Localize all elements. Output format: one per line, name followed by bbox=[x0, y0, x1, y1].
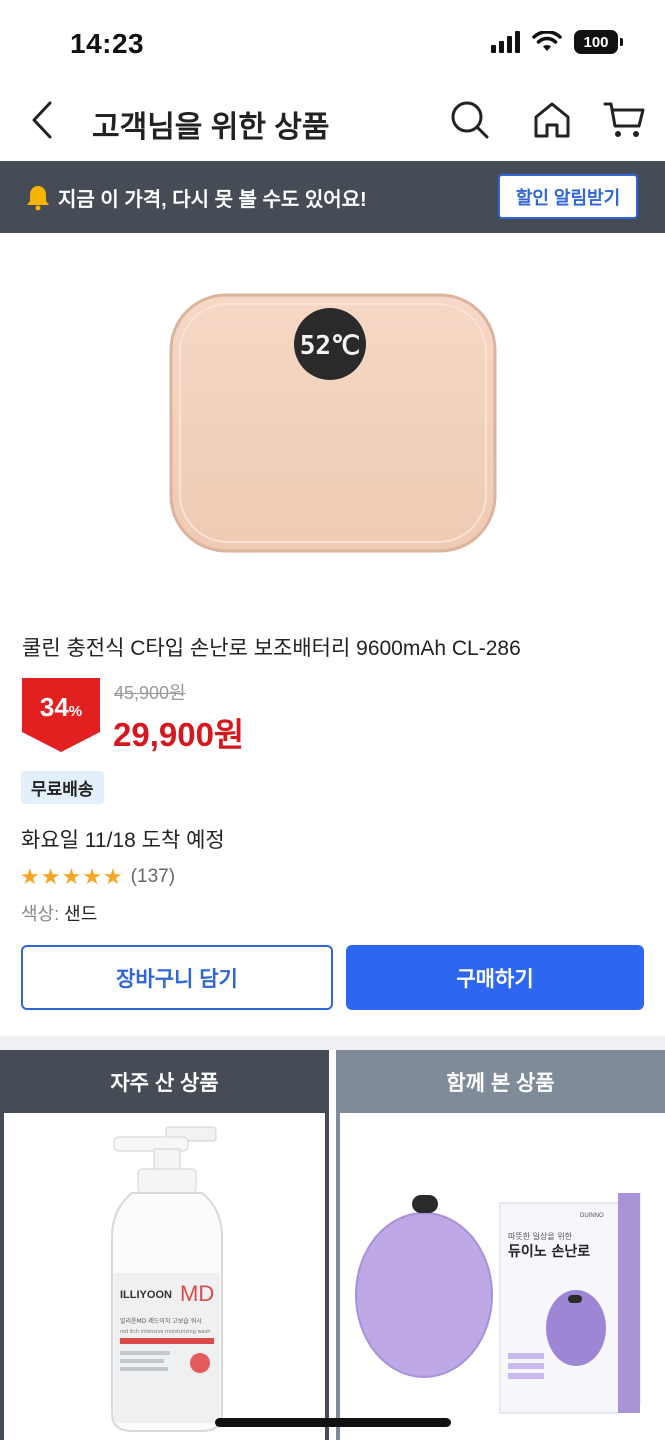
add-to-cart-button[interactable]: 장바구니 담기 bbox=[21, 945, 333, 1010]
delivery-estimate: 화요일 11/18 도착 예정 bbox=[21, 829, 225, 852]
discount-percent: 34% bbox=[22, 692, 100, 723]
original-price: 45,900원 bbox=[114, 683, 186, 703]
wifi-icon bbox=[532, 31, 562, 51]
viewed-together-section: 함께 본 상품 DUINNO 따뜻한 일상을 위한 듀이노 손난로 bbox=[336, 1050, 665, 1440]
hand-warmer-image: 52℃ bbox=[169, 293, 496, 553]
product-image[interactable]: 52℃ bbox=[0, 233, 665, 613]
product-title: 쿨린 충전식 C타입 손난로 보조배터리 9600mAh CL-286 bbox=[22, 637, 521, 660]
section-divider bbox=[0, 1036, 665, 1050]
promo-banner: 지금 이 가격, 다시 못 볼 수도 있어요! 할인 알림받기 bbox=[0, 161, 665, 233]
home-button[interactable] bbox=[530, 98, 574, 142]
star-icon: ★ bbox=[102, 864, 123, 889]
sale-price: 29,900원 bbox=[113, 716, 245, 753]
lotion-line1-text: 일리윤MD 레드이치 고보습 워시 bbox=[120, 1317, 202, 1325]
star-icon: ★ bbox=[20, 864, 40, 889]
search-icon bbox=[451, 101, 489, 139]
tab-viewed-together[interactable]: 함께 본 상품 bbox=[336, 1050, 665, 1113]
status-time: 14:23 bbox=[70, 28, 145, 59]
lotion-line2-text: red itch intensive moisturizing wash bbox=[120, 1329, 210, 1335]
battery-level: 100 bbox=[574, 30, 618, 54]
color-value: 샌드 bbox=[64, 904, 98, 924]
lotion-md-text: MD bbox=[180, 1281, 214, 1306]
purple-hand-warmer-image: DUINNO 따뜻한 일상을 위한 듀이노 손난로 bbox=[355, 1192, 641, 1414]
box-title-text: 듀이노 손난로 bbox=[508, 1243, 590, 1260]
nav-bar: 고객님을 위한 상품 bbox=[0, 88, 665, 160]
star-icon: ★ bbox=[40, 864, 61, 889]
status-icons: 100 bbox=[491, 30, 623, 54]
buy-now-button[interactable]: 구매하기 bbox=[346, 945, 644, 1010]
home-icon bbox=[534, 102, 570, 138]
tab-frequently-bought[interactable]: 자주 산 상품 bbox=[0, 1050, 329, 1113]
box-tagline-text: 따뜻한 일상을 위한 bbox=[508, 1231, 573, 1241]
recommended-product-right[interactable]: DUINNO 따뜻한 일상을 위한 듀이노 손난로 bbox=[340, 1113, 665, 1440]
battery-icon: 100 bbox=[574, 30, 623, 54]
search-button[interactable] bbox=[448, 98, 492, 142]
price-alert-button[interactable]: 할인 알림받기 bbox=[498, 174, 638, 219]
page-title: 고객님을 위한 상품 bbox=[92, 111, 330, 144]
cart-button[interactable] bbox=[602, 98, 646, 142]
box-brand-text: DUINNO bbox=[580, 1213, 604, 1219]
rating[interactable]: ★ ★ ★ ★ ★ (137) bbox=[20, 866, 175, 888]
color-label: 색상: bbox=[21, 904, 60, 924]
discount-unit: % bbox=[68, 703, 83, 720]
review-count[interactable]: (137) bbox=[131, 866, 175, 888]
cart-icon bbox=[603, 102, 645, 137]
color-option: 색상: 샌드 bbox=[21, 900, 97, 926]
bell-icon bbox=[27, 186, 49, 211]
star-icon: ★ bbox=[82, 864, 102, 889]
banner-text: 지금 이 가격, 다시 못 볼 수도 있어요! bbox=[58, 188, 367, 211]
lotion-brand-text: ILLIYOON bbox=[120, 1289, 172, 1301]
home-indicator[interactable] bbox=[215, 1418, 451, 1427]
status-bar: 14:23 100 bbox=[0, 0, 665, 88]
discount-value: 34 bbox=[39, 692, 69, 722]
star-rating: ★ ★ ★ ★ ★ bbox=[20, 866, 123, 888]
free-shipping-badge: 무료배송 bbox=[21, 771, 104, 804]
star-icon: ★ bbox=[61, 864, 82, 889]
frequently-bought-section: 자주 산 상품 ILLIYOON MD 일리윤MD 레드이치 고보습 워시 re… bbox=[0, 1050, 329, 1440]
recommended-product-left[interactable]: ILLIYOON MD 일리윤MD 레드이치 고보습 워시 red itch i… bbox=[4, 1113, 325, 1440]
chevron-left-icon bbox=[32, 101, 52, 139]
temp-display: 52℃ bbox=[299, 331, 360, 361]
cellular-signal-icon bbox=[491, 31, 520, 53]
lotion-bottle-image: ILLIYOON MD 일리윤MD 레드이치 고보습 워시 red itch i… bbox=[111, 1126, 223, 1432]
back-button[interactable] bbox=[22, 98, 62, 142]
